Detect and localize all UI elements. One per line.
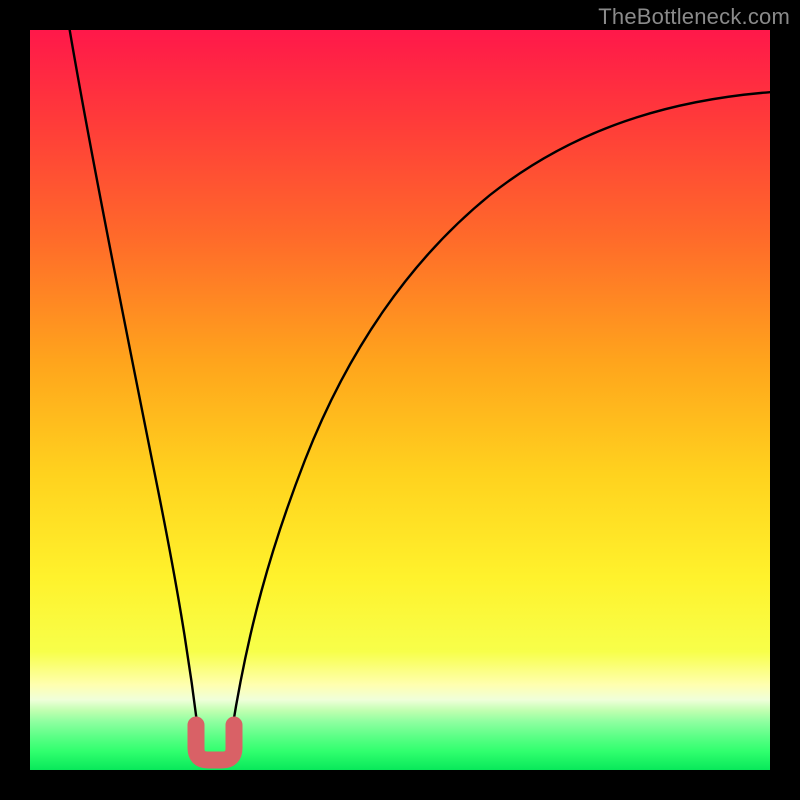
outer-frame: TheBottleneck.com xyxy=(0,0,800,800)
watermark-text: TheBottleneck.com xyxy=(598,4,790,30)
curve-right-branch xyxy=(232,92,770,730)
curve-left-branch xyxy=(69,30,198,730)
bottleneck-curve xyxy=(30,30,770,770)
chart-plot-area xyxy=(30,30,770,770)
optimal-u-marker xyxy=(196,725,234,760)
